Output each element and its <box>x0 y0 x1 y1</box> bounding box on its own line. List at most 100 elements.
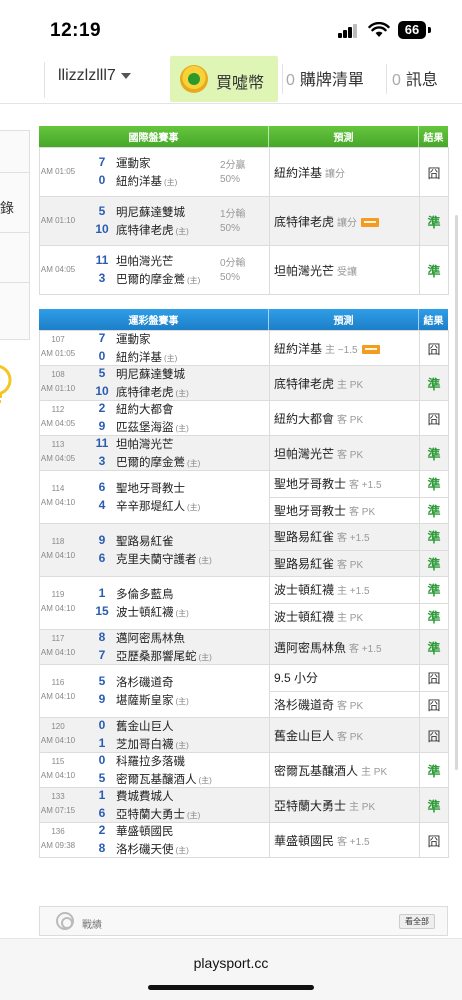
table-row[interactable]: 107 AM 01:05 7 0 運動家 紐約洋基 (主) 紐約洋基主 −1.5 囧 <box>39 330 449 366</box>
table-row[interactable]: 118 AM 04:10 9 6 聖路易紅雀 克里夫蘭守護者 (主) 聖路易紅雀客 +1.5 準 <box>39 523 449 577</box>
table-row[interactable]: 114 AM 04:10 6 4 聖地牙哥教士 辛辛那堤紅人 (主) 聖地牙哥教士客 +1.5… <box>39 470 449 524</box>
prediction-cell: 聖地牙哥教士客 PK <box>269 496 420 524</box>
result-lose: 囧 <box>427 411 441 427</box>
result-lose: 囧 <box>427 341 441 357</box>
game-time: AM 04:05 <box>40 419 76 428</box>
result-win: 準 <box>427 376 441 392</box>
spread-result: 0分輸 <box>220 258 246 269</box>
battery-icon: 66 <box>398 21 426 39</box>
prediction-type: 主 PK <box>349 801 376 813</box>
prediction-type: 客 PK <box>337 449 364 461</box>
result-win: 準 <box>427 477 441 493</box>
game-number: 112 <box>51 405 65 414</box>
prediction-type: 客 +1.5 <box>349 480 382 492</box>
table-row[interactable]: 116 AM 04:10 5 9 洛杉磯道奇 堪薩斯皇家 (主) 9.5 小分囧 <box>39 664 449 718</box>
home-team: 匹茲堡海盜 <box>116 422 174 434</box>
home-team-wrap: 匹茲堡海盜 (主) <box>116 419 189 435</box>
predicted-team[interactable]: 聖路易紅雀 <box>274 530 334 544</box>
away-team: 聖地牙哥教士 <box>116 483 185 495</box>
home-indicator[interactable] <box>148 985 314 990</box>
home-team-wrap: 巴爾的摩金鶯 (主) <box>116 271 200 287</box>
table-row[interactable]: AM 01:10 5 10 明尼蘇達雙城 底特律老虎 (主) 1分輸 50% 底特律老虎 讓分準 <box>39 196 449 246</box>
away-score: 5 <box>98 204 106 218</box>
predicted-team[interactable]: 聖地牙哥教士 <box>274 477 346 491</box>
view-all-button[interactable]: 看全部 <box>399 914 435 929</box>
predicted-team[interactable]: 亞特蘭大勇士 <box>274 799 346 813</box>
result-cell: 囧 <box>419 147 449 197</box>
home-score: 5 <box>98 771 106 785</box>
result-lose: 囧 <box>427 671 441 687</box>
home-team: 巴爾的摩金鶯 <box>116 274 185 286</box>
target-icon <box>56 912 74 930</box>
match-info: AM 01:05 7 0 運動家 紐約洋基 (主) 2分贏 50% <box>40 148 269 196</box>
result-lose: 囧 <box>427 165 441 181</box>
table-row[interactable]: 133 AM 07:15 1 6 費城費城人 亞特蘭大勇士 (主) 亞特蘭大勇士主 PK 準 <box>39 787 449 823</box>
record-panel: 戰績 看全部 <box>39 906 448 936</box>
prediction-type: 客 PK <box>337 559 364 571</box>
predicted-team[interactable]: 9.5 小分 <box>274 671 318 685</box>
result-cell: 囧 <box>419 664 449 692</box>
cart-label: 購牌清單 <box>299 72 364 89</box>
prediction-type: 客 PK <box>337 700 364 712</box>
predicted-team[interactable]: 紐約大都會 <box>274 412 334 426</box>
cart-button[interactable]: 0 購牌清單 <box>286 66 364 90</box>
result-win: 準 <box>427 556 441 572</box>
predicted-team[interactable]: 波士頓紅襪 <box>274 610 334 624</box>
table-row[interactable]: 112 AM 04:05 2 9 紐約大都會 匹茲堡海盜 (主) 紐約大都會客 PK 囧 <box>39 400 449 436</box>
predicted-team[interactable]: 波士頓紅襪 <box>274 583 334 597</box>
prediction-type: 主 −1.5 <box>325 344 358 356</box>
messages-button[interactable]: 0 訊息 <box>392 66 438 90</box>
home-team-wrap: 波士頓紅襪 (主) <box>116 604 189 620</box>
predicted-team[interactable]: 舊金山巨人 <box>274 729 334 743</box>
predicted-team[interactable]: 坦帕灣光芒 <box>274 264 334 278</box>
table-row[interactable]: 108 AM 01:10 5 10 明尼蘇達雙城 底特律老虎 (主) 底特律老虎主 PK 準 <box>39 365 449 401</box>
predicted-team[interactable]: 聖路易紅雀 <box>274 557 334 571</box>
side-menu-text[interactable]: 錄 <box>0 198 14 218</box>
predicted-team[interactable]: 紐約洋基 <box>274 166 322 180</box>
lottery-header-match: 運彩盤賽事 <box>39 309 269 330</box>
table-row[interactable]: 113 AM 04:05 11 3 坦帕灣光芒 巴爾的摩金鶯 (主) 坦帕灣光芒客 PK 準 <box>39 435 449 471</box>
browser-url-bar[interactable]: playsport.cc <box>0 938 462 1000</box>
home-team: 芝加哥白襪 <box>116 739 174 751</box>
lottery-header: 運彩盤賽事 預測 結果 <box>39 309 448 330</box>
scrollbar[interactable] <box>455 215 458 770</box>
predicted-team[interactable]: 聖地牙哥教士 <box>274 504 346 518</box>
result-cell: 準 <box>419 470 449 498</box>
table-row[interactable]: 117 AM 04:10 8 7 邁阿密馬林魚 亞歷桑那響尾蛇 (主) 邁阿密馬林魚客 +1.… <box>39 629 449 665</box>
predicted-team[interactable]: 紐約洋基 <box>274 342 322 356</box>
table-row[interactable]: 119 AM 04:10 1 15 多倫多藍鳥 波士頓紅襪 (主) 波士頓紅襪主 +1.5 準 <box>39 576 449 630</box>
game-time: AM 04:05 <box>40 265 76 274</box>
away-team: 紐約大都會 <box>116 404 174 416</box>
predicted-team[interactable]: 洛杉磯道奇 <box>274 698 334 712</box>
predicted-team[interactable]: 坦帕灣光芒 <box>274 447 334 461</box>
table-row[interactable]: 136 AM 09:38 2 8 華盛頓國民 洛杉磯天使 (主) 華盛頓國民客 +1.5 囧 <box>39 822 449 858</box>
predicted-team[interactable]: 底特律老虎 <box>274 377 334 391</box>
result-cell: 準 <box>419 523 449 551</box>
game-time: AM 04:10 <box>40 692 76 701</box>
table-row[interactable]: 120 AM 04:10 0 1 舊金山巨人 芝加哥白襪 (主) 舊金山巨人客 PK 囧 <box>39 717 449 753</box>
match-info: 112 AM 04:05 2 9 紐約大都會 匹茲堡海盜 (主) <box>40 401 269 435</box>
game-number: 120 <box>51 722 65 731</box>
match-cell: 136 AM 09:38 2 8 華盛頓國民 洛杉磯天使 (主) <box>39 822 270 858</box>
status-time: 12:19 <box>50 20 102 41</box>
home-score: 0 <box>98 173 106 187</box>
match-info: AM 01:10 5 10 明尼蘇達雙城 底特律老虎 (主) 1分輸 50% <box>40 197 269 245</box>
user-menu[interactable]: llizzlzlll7 <box>58 67 131 85</box>
signal-icon <box>338 24 358 38</box>
predicted-team[interactable]: 底特律老虎 <box>274 215 334 229</box>
table-row[interactable]: AM 04:05 11 3 坦帕灣光芒 巴爾的摩金鶯 (主) 0分輸 50% 坦帕灣光芒 受讓準 <box>39 245 449 295</box>
predicted-team[interactable]: 密爾瓦基釀酒人 <box>274 764 358 778</box>
prediction-type: 主 PK <box>361 766 388 778</box>
game-time: AM 07:15 <box>40 806 76 815</box>
away-score: 5 <box>98 674 106 688</box>
home-team: 巴爾的摩金鶯 <box>116 457 185 469</box>
away-score: 1 <box>98 788 106 802</box>
table-row[interactable]: AM 01:05 7 0 運動家 紐約洋基 (主) 2分贏 50% 紐約洋基 讓分囧 <box>39 147 449 197</box>
predicted-team[interactable]: 華盛頓國民 <box>274 834 334 848</box>
spread-result: 2分贏 <box>220 160 246 171</box>
lottery-header-result: 結果 <box>419 309 448 330</box>
predicted-team[interactable]: 邁阿密馬林魚 <box>274 641 346 655</box>
buy-coins-button[interactable]: 買噓幣 <box>170 56 278 102</box>
prediction-type: 客 PK <box>337 731 364 743</box>
table-row[interactable]: 115 AM 04:10 0 5 科羅拉多落磯 密爾瓦基釀酒人 (主) 密爾瓦基釀酒人主 PK… <box>39 752 449 788</box>
